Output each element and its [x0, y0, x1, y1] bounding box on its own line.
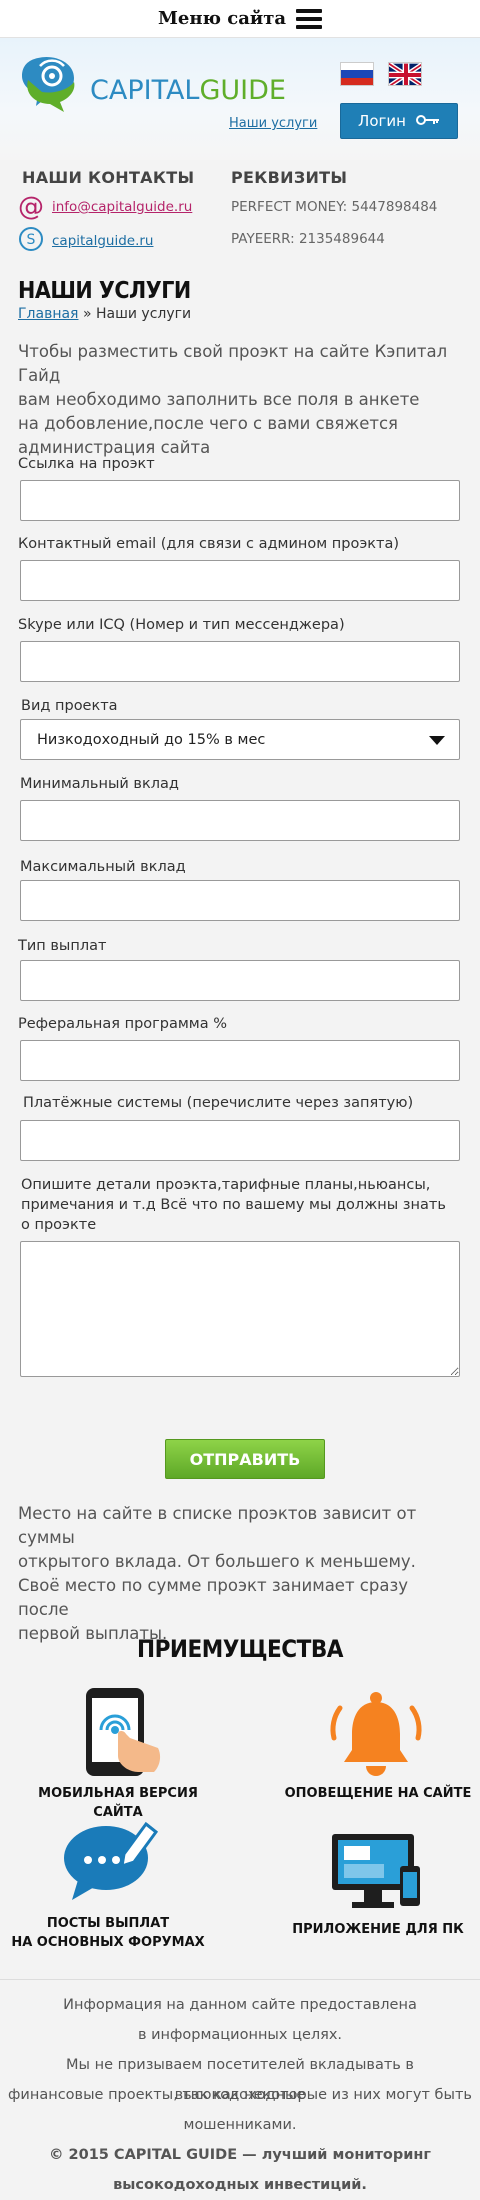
- skype-link[interactable]: capitalguide.ru: [52, 233, 153, 249]
- intro-line: вам необходимо заполнить все поля в анке…: [18, 390, 420, 409]
- caret-down-icon: [429, 736, 445, 745]
- footer-disclaimer-line: мошенниками.: [183, 2117, 297, 2133]
- site-footer: Информация на данном сайте предоставлена…: [0, 1979, 480, 2200]
- payeer-account: PAYEERR: 2135489644: [231, 231, 385, 247]
- min-deposit-input[interactable]: [20, 800, 460, 841]
- project-type-label: Вид проекта: [21, 698, 118, 714]
- footer-disclaimer-line: в информационных целях.: [137, 2027, 343, 2043]
- contact-skype[interactable]: S capitalguide.ru: [18, 226, 153, 256]
- requisites-heading: РЕКВИЗИТЫ: [231, 168, 348, 187]
- footer-disclaimer-line: Информация на данном сайте предоставлена: [63, 1997, 417, 2013]
- bell-icon: [328, 1688, 424, 1784]
- max-deposit-input[interactable]: [20, 880, 460, 921]
- email-input[interactable]: [20, 560, 460, 601]
- referral-input[interactable]: [20, 1040, 460, 1081]
- logo-capital: CAPITAL: [90, 74, 200, 106]
- payout-type-label: Тип выплат: [18, 938, 107, 954]
- capital-guide-logo[interactable]: CAPITALGUIDE: [18, 52, 286, 114]
- referral-label: Реферальная программа %: [18, 1016, 227, 1032]
- pc-app-label: ПРИЛОЖЕНИЕ ДЛЯ ПК: [292, 1922, 464, 1937]
- mobile-tap-icon: [80, 1686, 166, 1784]
- project-type-selected: Низкодоходный до 15% в мес: [37, 731, 266, 748]
- skype-icq-input[interactable]: [20, 641, 460, 682]
- min-deposit-label: Минимальный вклад: [20, 776, 179, 792]
- forum-payouts-line: ПОСТЫ ВЫПЛАТ: [46, 1916, 170, 1931]
- project-link-input[interactable]: [20, 480, 460, 521]
- logo-speech-bubbles-icon: [18, 52, 86, 114]
- advantages-title: ПРИЕМУЩЕСТВА: [137, 1635, 343, 1663]
- key-icon: [415, 112, 440, 130]
- page-title: НАШИ УСЛУГИ: [18, 278, 191, 304]
- details-label: Опишите детали проэкта,тарифные планы,нь…: [21, 1175, 446, 1235]
- breadcrumb-current: Наши услуги: [95, 306, 192, 322]
- logo-guide: GUIDE: [199, 74, 286, 106]
- login-button[interactable]: Логин: [340, 103, 458, 139]
- payout-type-input[interactable]: [20, 960, 460, 1001]
- at-sign-icon: @: [18, 192, 44, 222]
- intro-text: Чтобы разместить свой проэкт на сайте Кэ…: [18, 340, 458, 460]
- skype-icon: S: [18, 226, 44, 256]
- site-menu-label[interactable]: Меню сайта: [158, 8, 286, 29]
- svg-text:S: S: [27, 232, 36, 248]
- hamburger-icon[interactable]: [296, 8, 323, 29]
- logo-wordmark: CAPITALGUIDE: [90, 75, 286, 106]
- max-deposit-label: Максимальный вклад: [20, 859, 186, 875]
- details-label-line: Опишите детали проэкта,тарифные планы,нь…: [21, 1177, 431, 1193]
- note-line: Место на сайте в списке проэктов зависит…: [18, 1504, 417, 1547]
- payment-systems-label: Платёжные системы (перечислите через зап…: [23, 1095, 414, 1111]
- uk-flag-icon[interactable]: [388, 62, 422, 86]
- note-line: Своё место по сумме проэкт занимает сраз…: [18, 1576, 409, 1619]
- skype-icq-label: Skype или ICQ (Номер и тип мессенджера): [18, 617, 345, 633]
- breadcrumb-separator: »: [82, 306, 92, 322]
- contacts-heading: НАШИ КОНТАКТЫ: [22, 168, 195, 187]
- russian-flag-icon[interactable]: [340, 62, 374, 86]
- details-label-line: о проэкте: [21, 1217, 97, 1233]
- payment-systems-input[interactable]: [20, 1120, 460, 1161]
- contact-email[interactable]: @ info@capitalguide.ru: [18, 194, 192, 220]
- intro-line: Чтобы разместить свой проэкт на сайте Кэ…: [18, 342, 448, 385]
- project-link-label: Ссылка на проэкт: [18, 456, 155, 472]
- footer-copyright: © 2015 CAPITAL GUIDE — лучший мониторинг: [48, 2147, 431, 2163]
- submit-button[interactable]: ОТПРАВИТЬ: [165, 1439, 325, 1479]
- details-textarea[interactable]: [20, 1241, 460, 1377]
- footer-copyright: высокодоходных инвестиций.: [113, 2177, 367, 2193]
- language-switcher[interactable]: [340, 62, 422, 86]
- site-notification-label: ОПОВЕЩЕНИЕ НА САЙТЕ: [284, 1786, 472, 1801]
- ranking-note: Место на сайте в списке проэктов зависит…: [18, 1502, 458, 1646]
- forum-payouts-line: НА ОСНОВНЫХ ФОРУМАХ: [11, 1935, 205, 1950]
- login-label: Логин: [358, 112, 406, 130]
- intro-line: на добовление,после чего с вами свяжется: [18, 414, 398, 433]
- breadcrumb: Главная » Наши услуги: [18, 306, 191, 322]
- site-menu-bar[interactable]: Меню сайта: [0, 0, 480, 38]
- details-label-line: примечания и т.д Всё что по вашему мы до…: [21, 1197, 446, 1213]
- pc-app-icon: [330, 1832, 422, 1916]
- mobile-version-label: МОБИЛЬНАЯ ВЕРСИЯ САЙТА: [38, 1786, 198, 1820]
- services-link[interactable]: Наши услуги: [229, 116, 317, 131]
- footer-disclaimer-line: финансовые проекты, так как некоторые из…: [8, 2087, 472, 2103]
- forum-payouts-label: ПОСТЫ ВЫПЛАТ НА ОСНОВНЫХ ФОРУМАХ: [8, 1914, 208, 1952]
- breadcrumb-home[interactable]: Главная: [18, 306, 78, 322]
- note-line: открытого вклада. От большего к меньшему…: [18, 1552, 416, 1571]
- project-type-select[interactable]: Низкодоходный до 15% в мес: [20, 719, 460, 760]
- forum-chat-icon: [62, 1818, 159, 1908]
- perfect-money-account: PERFECT MONEY: 5447898484: [231, 199, 438, 215]
- email-label: Контактный email (для связи с админом пр…: [18, 536, 400, 552]
- email-link[interactable]: info@capitalguide.ru: [52, 199, 192, 215]
